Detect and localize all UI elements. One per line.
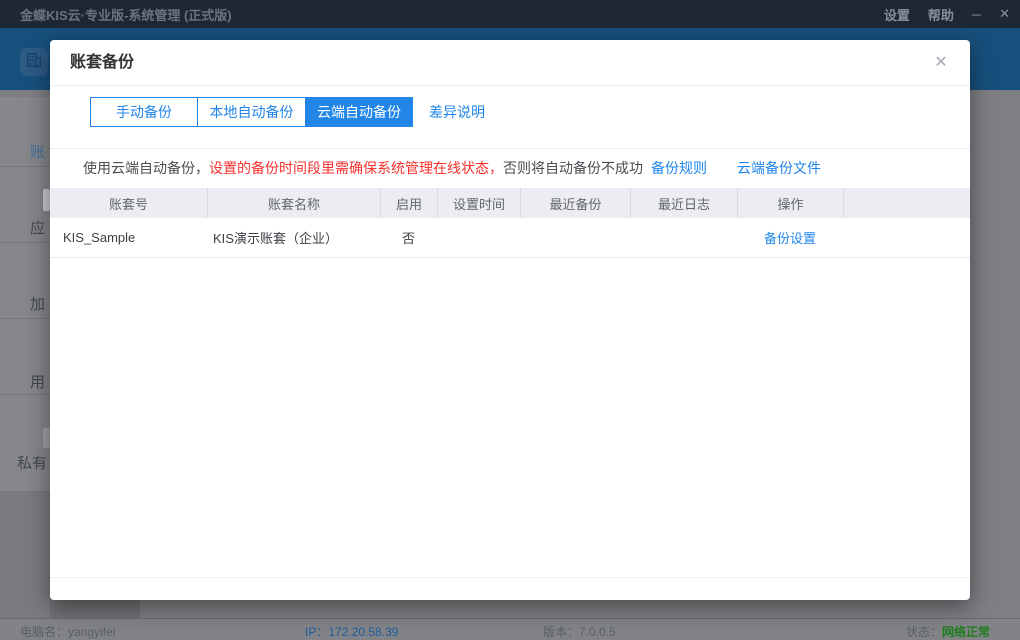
divider — [50, 577, 970, 578]
cell-enabled: 否 — [380, 218, 437, 257]
building-icon — [25, 51, 43, 74]
cell-last-backup — [520, 218, 630, 257]
sidebar-panel-edge — [50, 600, 140, 618]
sidebar-item-accounts[interactable]: 账 — [0, 97, 50, 167]
ip-address: IP：172.20.58.39 — [305, 623, 398, 640]
dialog-close-icon[interactable]: ✕ — [924, 40, 958, 86]
sidebar-item-label: 用 — [30, 371, 45, 392]
background-sidebar: 账 应 加 用 私有 — [0, 97, 50, 492]
backup-settings-link[interactable]: 备份设置 — [764, 228, 816, 247]
tab-diff-explanation[interactable]: 差异说明 — [429, 97, 485, 127]
backup-rules-link[interactable]: 备份规则 — [651, 158, 707, 178]
status-value: 网络正常 — [942, 625, 990, 639]
app-icon — [43, 189, 50, 211]
notice-warning-text: 设置的备份时间段里需确保系统管理在线状态， — [209, 158, 503, 178]
titlebar-controls: 设置 帮助 ─ ✕ — [884, 0, 1010, 28]
cell-account-no: KIS_Sample — [50, 218, 207, 257]
minimize-icon[interactable]: ─ — [972, 7, 981, 22]
col-last-backup: 最近备份 — [520, 188, 630, 218]
cloud-icon — [43, 428, 50, 448]
cell-action: 备份设置 — [737, 218, 843, 257]
computer-name: 电脑名：yangyifei — [20, 623, 115, 640]
sidebar-item-encryption[interactable]: 加 — [0, 243, 50, 319]
notice-text: 否则将自动备份不成功 — [503, 158, 643, 178]
version-info: 版本：7.0.0.5 — [543, 623, 616, 640]
col-account-name: 账套名称 — [207, 188, 380, 218]
window-title: 金蝶KIS云·专业版-系统管理 (正式版) — [20, 5, 232, 24]
backup-table: 账套号 账套名称 启用 设置时间 最近备份 最近日志 操作 KIS_Sample… — [50, 188, 970, 258]
sidebar-item-label: 应 — [30, 217, 45, 238]
network-status: 状态：网络正常 — [906, 623, 990, 640]
sidebar-item-label: 加 — [30, 293, 45, 314]
app-window: 金蝶KIS云·专业版-系统管理 (正式版) 设置 帮助 ─ ✕ — [0, 0, 1020, 640]
sidebar-item-apps[interactable]: 应 — [0, 167, 50, 243]
cell-empty — [843, 218, 970, 257]
sidebar-item-users[interactable]: 用 — [0, 319, 50, 395]
col-account-no: 账套号 — [50, 188, 207, 218]
notice-text: 使用云端自动备份， — [83, 158, 209, 178]
backup-dialog: 账套备份 ✕ 手动备份 本地自动备份 云端自动备份 差异说明 使用云端自动备份，… — [50, 40, 970, 600]
cell-set-time — [437, 218, 520, 257]
organization-button[interactable] — [20, 48, 48, 76]
sidebar-item-private-cloud[interactable]: 私有 — [0, 395, 50, 492]
sidebar-item-label: 账 — [30, 141, 45, 162]
col-action: 操作 — [737, 188, 843, 218]
cloud-backup-files-link[interactable]: 云端备份文件 — [737, 158, 821, 178]
col-set-time: 设置时间 — [437, 188, 520, 218]
col-enabled: 启用 — [380, 188, 437, 218]
col-last-log: 最近日志 — [630, 188, 737, 218]
col-empty — [843, 188, 970, 218]
sidebar-item-label: 私有 — [17, 452, 47, 473]
tab-cloud-auto-backup[interactable]: 云端自动备份 — [305, 97, 413, 127]
dialog-header: 账套备份 ✕ — [50, 40, 970, 86]
tab-local-auto-backup[interactable]: 本地自动备份 — [197, 97, 306, 127]
cloud-backup-notice: 使用云端自动备份，设置的备份时间段里需确保系统管理在线状态，否则将自动备份不成功… — [83, 148, 960, 188]
table-header-row: 账套号 账套名称 启用 设置时间 最近备份 最近日志 操作 — [50, 188, 970, 218]
titlebar: 金蝶KIS云·专业版-系统管理 (正式版) 设置 帮助 ─ ✕ — [0, 0, 1020, 28]
tab-manual-backup[interactable]: 手动备份 — [90, 97, 198, 127]
cell-account-name: KIS演示账套（企业） — [207, 218, 380, 257]
cell-last-log — [630, 218, 737, 257]
settings-menu[interactable]: 设置 — [884, 5, 910, 24]
backup-tabs: 手动备份 本地自动备份 云端自动备份 差异说明 — [90, 97, 485, 127]
table-row: KIS_Sample KIS演示账套（企业） 否 备份设置 — [50, 218, 970, 258]
window-close-icon[interactable]: ✕ — [999, 6, 1010, 22]
statusbar: 电脑名：yangyifei IP：172.20.58.39 版本：7.0.0.5… — [0, 618, 1020, 640]
dialog-title: 账套备份 — [70, 40, 134, 86]
help-menu[interactable]: 帮助 — [928, 5, 954, 24]
